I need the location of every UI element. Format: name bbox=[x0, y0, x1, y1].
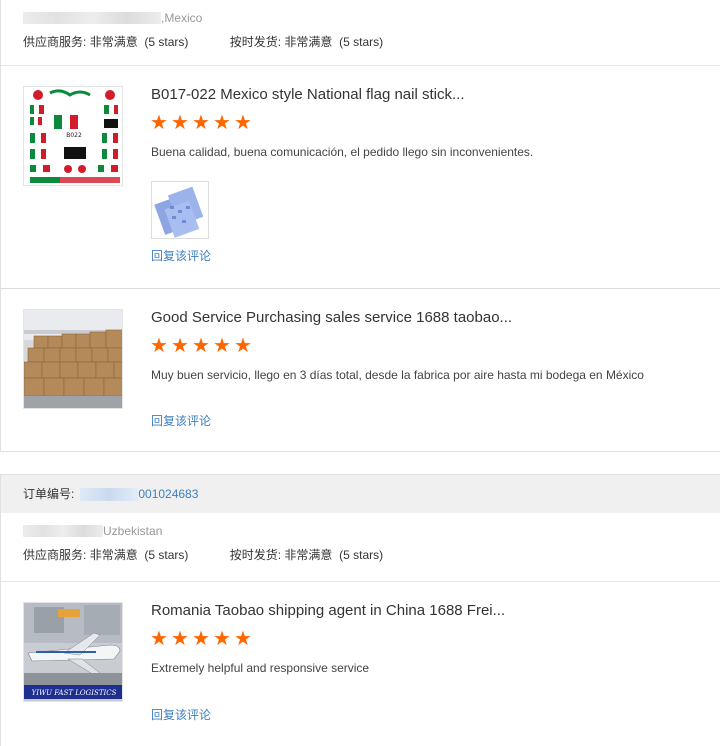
buyer-info: Uzbekistan 供应商服务: 非常满意 (5 stars) 按时发货: 非… bbox=[1, 513, 720, 582]
buyer-country: ,Mexico bbox=[161, 11, 203, 25]
buyer-line: ,Mexico bbox=[23, 10, 720, 26]
star-icon: ★ bbox=[192, 626, 210, 650]
review-comment: Extremely helpful and responsive service bbox=[151, 661, 370, 675]
buyer-line: Uzbekistan bbox=[23, 523, 720, 539]
service-label: 供应商服务: bbox=[23, 548, 87, 562]
blurred-buyer-name bbox=[23, 12, 161, 24]
sticker-sheets-photo bbox=[152, 182, 208, 238]
product-thumbnail[interactable] bbox=[23, 309, 123, 409]
order-number-value: 001024683 bbox=[138, 487, 199, 501]
shipping-stars-text: (5 stars) bbox=[339, 548, 384, 562]
product-thumbnail[interactable]: YIWU FAST LOGISTICS bbox=[23, 602, 123, 702]
blurred-order-prefix bbox=[80, 487, 139, 501]
order-number-link[interactable]: 001024683 bbox=[78, 475, 198, 513]
star-icon: ★ bbox=[213, 333, 231, 357]
review-comment: Muy buen servicio, llego en 3 días total… bbox=[151, 368, 644, 382]
review-photo[interactable] bbox=[151, 181, 209, 239]
service-rating: 供应商服务: 非常满意 (5 stars) bbox=[23, 34, 188, 50]
shipping-value: 非常满意 bbox=[284, 548, 333, 562]
order-ratings: 供应商服务: 非常满意 (5 stars) 按时发货: 非常满意 (5 star… bbox=[23, 547, 720, 563]
order-number-bar: 订单编号: 001024683 bbox=[1, 475, 720, 513]
star-icon: ★ bbox=[192, 110, 210, 134]
service-label: 供应商服务: bbox=[23, 35, 87, 49]
order-separator bbox=[0, 452, 720, 474]
shipping-label: 按时发货: bbox=[229, 548, 282, 562]
service-value: 非常满意 bbox=[89, 35, 138, 49]
service-value: 非常满意 bbox=[89, 548, 138, 562]
buyer-country: Uzbekistan bbox=[103, 524, 163, 538]
sticker-caption: B022 bbox=[66, 132, 82, 139]
star-rating: ★ ★ ★ ★ ★ bbox=[150, 110, 252, 134]
star-icon: ★ bbox=[150, 626, 168, 650]
reply-link[interactable]: 回复该评论 bbox=[151, 249, 211, 263]
shipping-rating: 按时发货: 非常满意 (5 stars) bbox=[230, 547, 383, 563]
warehouse-boxes-image bbox=[24, 310, 122, 408]
shipping-value: 非常满意 bbox=[284, 35, 333, 49]
shipping-stars-text: (5 stars) bbox=[339, 35, 384, 49]
star-icon: ★ bbox=[150, 110, 168, 134]
star-icon: ★ bbox=[234, 110, 252, 134]
review-comment: Buena calidad, buena comunicación, el pe… bbox=[151, 145, 534, 159]
product-title[interactable]: Good Service Purchasing sales service 16… bbox=[151, 309, 512, 327]
star-icon: ★ bbox=[171, 333, 189, 357]
star-icon: ★ bbox=[192, 333, 210, 357]
product-title[interactable]: Romania Taobao shipping agent in China 1… bbox=[151, 602, 505, 620]
service-stars-text: (5 stars) bbox=[144, 548, 189, 562]
review-item: Good Service Purchasing sales service 16… bbox=[1, 288, 720, 451]
order-number-label: 订单编号: bbox=[23, 487, 75, 501]
product-title[interactable]: B017-022 Mexico style National flag nail… bbox=[151, 86, 464, 104]
product-thumbnail[interactable]: B022 bbox=[23, 86, 123, 186]
airplane-logistics-image: YIWU FAST LOGISTICS bbox=[24, 603, 122, 701]
star-icon: ★ bbox=[171, 626, 189, 650]
shipping-label: 按时发货: bbox=[229, 35, 282, 49]
star-icon: ★ bbox=[234, 626, 252, 650]
shipping-rating: 按时发货: 非常满意 (5 stars) bbox=[230, 34, 383, 50]
mexico-flag-stickers-image: B022 bbox=[24, 87, 122, 185]
star-rating: ★ ★ ★ ★ ★ bbox=[150, 626, 252, 650]
service-rating: 供应商服务: 非常满意 (5 stars) bbox=[23, 547, 188, 563]
review-item: YIWU FAST LOGISTICS Romania Taobao shipp… bbox=[1, 582, 720, 742]
star-icon: ★ bbox=[213, 626, 231, 650]
review-item: B022 B017-022 Mexico style National flag… bbox=[1, 66, 720, 288]
logistics-caption: YIWU FAST LOGISTICS bbox=[32, 689, 117, 697]
order-ratings: 供应商服务: 非常满意 (5 stars) 按时发货: 非常满意 (5 star… bbox=[23, 34, 720, 50]
blurred-buyer-name bbox=[23, 525, 103, 537]
buyer-info: ,Mexico 供应商服务: 非常满意 (5 stars) 按时发货: 非常满意… bbox=[1, 0, 720, 66]
order-card: ,Mexico 供应商服务: 非常满意 (5 stars) 按时发货: 非常满意… bbox=[0, 0, 720, 452]
star-icon: ★ bbox=[213, 110, 231, 134]
service-stars-text: (5 stars) bbox=[144, 35, 189, 49]
star-icon: ★ bbox=[234, 333, 252, 357]
reply-link[interactable]: 回复该评论 bbox=[151, 414, 211, 428]
star-rating: ★ ★ ★ ★ ★ bbox=[150, 333, 252, 357]
star-icon: ★ bbox=[150, 333, 168, 357]
order-card: 订单编号: 001024683 Uzbekistan 供应商服务: 非常满意 (… bbox=[0, 474, 720, 746]
reply-link[interactable]: 回复该评论 bbox=[151, 708, 211, 722]
star-icon: ★ bbox=[171, 110, 189, 134]
